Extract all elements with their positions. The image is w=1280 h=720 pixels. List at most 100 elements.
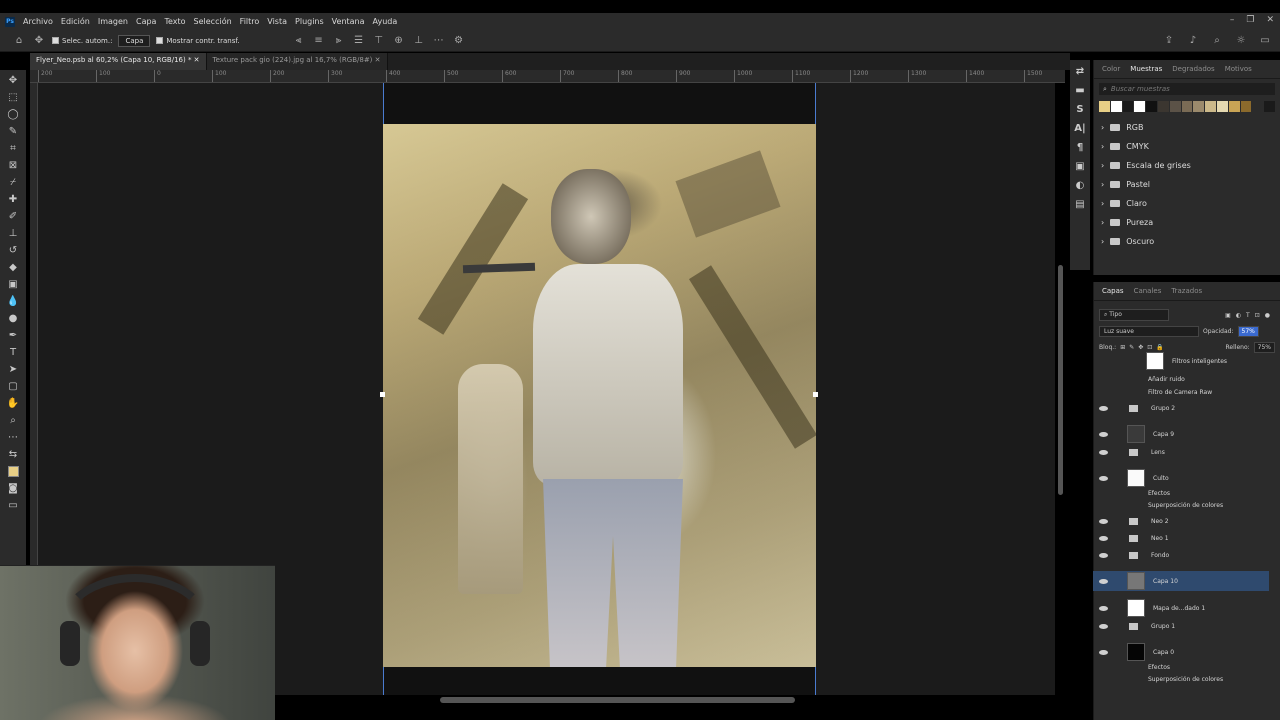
swatch-folder-grayscale[interactable]: › Escala de grises bbox=[1094, 156, 1280, 175]
swatch-color[interactable] bbox=[1110, 101, 1122, 112]
swatch-folder-pastel[interactable]: › Pastel bbox=[1094, 175, 1280, 194]
more-options-icon[interactable]: ⋯ bbox=[432, 35, 446, 46]
layer-row[interactable]: Grupo 1 bbox=[1093, 620, 1269, 632]
visibility-eye-icon[interactable] bbox=[1099, 432, 1108, 437]
menu-texto[interactable]: Texto bbox=[160, 17, 189, 26]
layer-row[interactable]: Capa 10 bbox=[1093, 571, 1269, 591]
visibility-eye-icon[interactable] bbox=[1099, 536, 1108, 541]
share-icon[interactable]: ⇪ bbox=[1162, 35, 1176, 46]
layer-row[interactable]: Capa 9 bbox=[1093, 424, 1269, 444]
adjustments-icon[interactable]: ◐ bbox=[1076, 180, 1085, 191]
visibility-eye-icon[interactable] bbox=[1099, 606, 1108, 611]
menu-edicion[interactable]: Edición bbox=[57, 17, 94, 26]
menu-plugins[interactable]: Plugins bbox=[291, 17, 328, 26]
lasso-tool-icon[interactable]: ◯ bbox=[3, 106, 23, 123]
zoom-tool-icon[interactable]: ⌕ bbox=[3, 412, 23, 429]
layer-row[interactable]: Efectos bbox=[1093, 487, 1269, 499]
lightbulb-icon[interactable]: ☼ bbox=[1234, 35, 1248, 46]
clone-stamp-icon[interactable]: ⊥ bbox=[3, 225, 23, 242]
layer-row[interactable]: Efectos bbox=[1093, 661, 1269, 673]
distribute-icon[interactable]: ☰ bbox=[352, 35, 366, 46]
marquee-tool-icon[interactable]: ⬚ bbox=[3, 89, 23, 106]
align-center-icon[interactable]: ≡ bbox=[312, 35, 326, 46]
swatch-folder-cmyk[interactable]: › CMYK bbox=[1094, 137, 1280, 156]
quick-select-tool-icon[interactable]: ✎ bbox=[3, 123, 23, 140]
libraries-icon[interactable]: ▣ bbox=[1075, 161, 1084, 172]
swatch-color[interactable] bbox=[1240, 101, 1252, 112]
opacity-input[interactable]: 57% bbox=[1237, 326, 1259, 337]
blend-mode-select[interactable]: Luz suave bbox=[1099, 326, 1199, 337]
tab-canales[interactable]: Canales bbox=[1134, 287, 1162, 295]
visibility-eye-icon[interactable] bbox=[1099, 476, 1108, 481]
minimize-icon[interactable]: – bbox=[1230, 15, 1235, 25]
home-icon[interactable]: ⌂ bbox=[12, 35, 26, 46]
eraser-tool-icon[interactable]: ◆ bbox=[3, 259, 23, 276]
search-icon[interactable]: ⌕ bbox=[1210, 35, 1224, 46]
healing-brush-icon[interactable]: ✚ bbox=[3, 191, 23, 208]
layer-row[interactable]: Filtros inteligentes bbox=[1093, 352, 1269, 370]
swatches-search-input[interactable]: ⌕ Buscar muestras bbox=[1099, 83, 1275, 95]
layer-row[interactable]: Neo 1 bbox=[1093, 532, 1269, 544]
foreground-color-swatch[interactable] bbox=[3, 463, 23, 480]
align-left-icon[interactable]: ⫷ bbox=[292, 35, 306, 46]
default-colors-icon[interactable]: ⇆ bbox=[3, 446, 23, 463]
blur-tool-icon[interactable]: 💧 bbox=[3, 293, 23, 310]
dodge-tool-icon[interactable]: ● bbox=[3, 310, 23, 327]
pen-tool-icon[interactable]: ✒ bbox=[3, 327, 23, 344]
menu-filtro[interactable]: Filtro bbox=[236, 17, 264, 26]
swatch-folder-claro[interactable]: › Claro bbox=[1094, 194, 1280, 213]
brush-tool-icon[interactable]: ✐ bbox=[3, 208, 23, 225]
history-brush-icon[interactable]: ↺ bbox=[3, 242, 23, 259]
swatch-color[interactable] bbox=[1157, 101, 1169, 112]
layer-row[interactable]: Filtro de Camera Raw bbox=[1093, 386, 1269, 398]
layer-kind-filter[interactable]: ⌕ Tipo bbox=[1099, 309, 1169, 321]
restore-icon[interactable]: ❐ bbox=[1246, 15, 1254, 25]
tab-degradados[interactable]: Degradados bbox=[1172, 65, 1214, 73]
visibility-eye-icon[interactable] bbox=[1099, 624, 1108, 629]
visibility-eye-icon[interactable] bbox=[1099, 519, 1108, 524]
transform-handle[interactable] bbox=[813, 392, 818, 397]
menu-ayuda[interactable]: Ayuda bbox=[369, 17, 402, 26]
more-tools-icon[interactable]: ⋯ bbox=[3, 429, 23, 446]
paragraph-icon[interactable]: ¶ bbox=[1077, 142, 1083, 153]
swatch-color[interactable] bbox=[1122, 101, 1134, 112]
settings-gear-icon[interactable]: ⚙ bbox=[452, 35, 466, 46]
align-middle-icon[interactable]: ⊕ bbox=[392, 35, 406, 46]
swatch-color[interactable] bbox=[1181, 101, 1193, 112]
swatch-color[interactable] bbox=[1146, 101, 1157, 112]
swatch-color[interactable] bbox=[1134, 101, 1146, 112]
flyer-artwork[interactable] bbox=[383, 124, 816, 667]
lock-icons[interactable]: ⊞✎✥⊡🔒 bbox=[1120, 344, 1168, 351]
menu-archivo[interactable]: Archivo bbox=[19, 17, 57, 26]
styles-icon[interactable]: S bbox=[1076, 104, 1083, 115]
close-icon[interactable]: ✕ bbox=[1266, 15, 1274, 25]
move-tool-icon[interactable]: ✥ bbox=[32, 35, 46, 46]
type-tool-icon[interactable]: T bbox=[3, 344, 23, 361]
transform-handle[interactable] bbox=[380, 392, 385, 397]
swatch-color[interactable] bbox=[1099, 101, 1110, 112]
tab-flyer-neo[interactable]: Flyer_Neo.psb al 60,2% (Capa 10, RGB/16)… bbox=[30, 53, 207, 70]
align-top-icon[interactable]: ⊤ bbox=[372, 35, 386, 46]
layer-row[interactable]: Superposición de colores bbox=[1093, 499, 1269, 511]
tab-trazados[interactable]: Trazados bbox=[1171, 287, 1202, 295]
menu-seleccion[interactable]: Selección bbox=[190, 17, 236, 26]
menu-vista[interactable]: Vista bbox=[263, 17, 291, 26]
layer-row[interactable]: Neo 2 bbox=[1093, 515, 1269, 527]
comments-icon[interactable]: ▬ bbox=[1075, 85, 1084, 96]
swatch-color[interactable] bbox=[1228, 101, 1240, 112]
layer-row[interactable]: Culto bbox=[1093, 468, 1269, 488]
gradient-tool-icon[interactable]: ▣ bbox=[3, 276, 23, 293]
hand-tool-icon[interactable]: ✋ bbox=[3, 395, 23, 412]
layer-row[interactable]: Capa 0 bbox=[1093, 642, 1269, 662]
tab-capas[interactable]: Capas bbox=[1102, 287, 1124, 295]
align-right-icon[interactable]: ⫸ bbox=[332, 35, 346, 46]
history-icon[interactable]: ⇄ bbox=[1076, 66, 1084, 77]
character-icon[interactable]: A| bbox=[1074, 123, 1085, 134]
swatch-folder-oscuro[interactable]: › Oscuro bbox=[1094, 232, 1280, 251]
swatch-color[interactable] bbox=[1216, 101, 1228, 112]
swatch-color[interactable] bbox=[1252, 101, 1264, 112]
visibility-eye-icon[interactable] bbox=[1099, 579, 1108, 584]
vertical-scrollbar[interactable] bbox=[1058, 265, 1063, 495]
tab-color[interactable]: Color bbox=[1102, 65, 1120, 73]
workspace-icon[interactable]: ▭ bbox=[1258, 35, 1272, 46]
